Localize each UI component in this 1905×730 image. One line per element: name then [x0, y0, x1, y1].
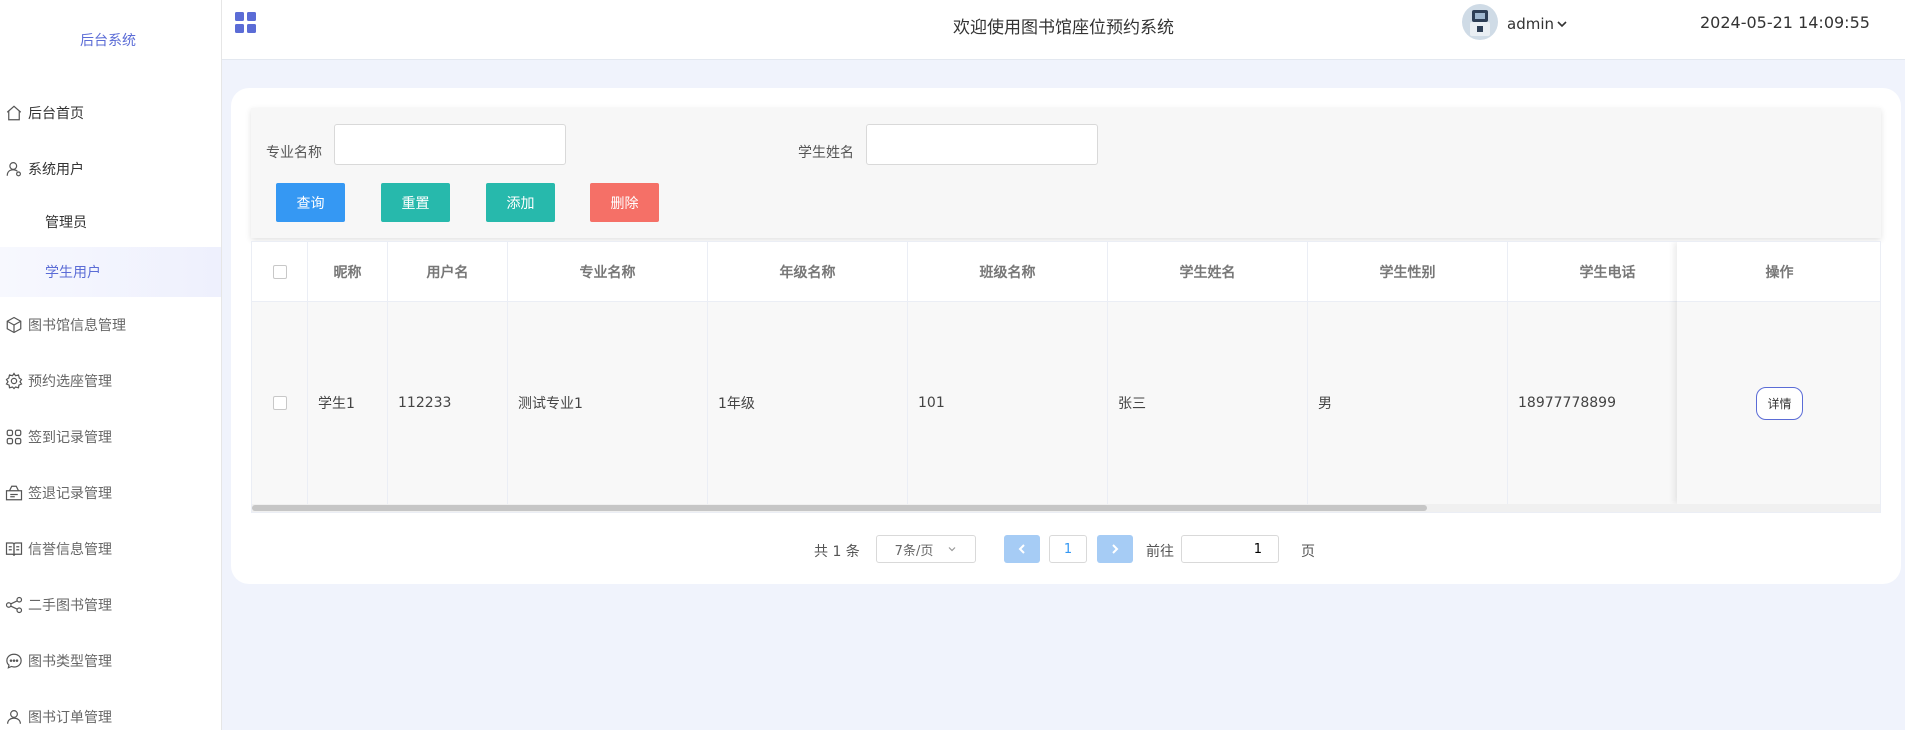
- sidebar-item-home[interactable]: 后台首页: [0, 85, 221, 141]
- add-button[interactable]: 添加: [486, 183, 555, 222]
- total-count: 共 1 条: [814, 544, 860, 560]
- table-cell: 男: [1308, 302, 1508, 504]
- delete-button[interactable]: 删除: [590, 183, 659, 222]
- goto-page-input[interactable]: [1181, 535, 1279, 563]
- table-cell: 张三: [1108, 302, 1308, 504]
- table-cell: 学生1: [308, 302, 388, 504]
- row-select-cell: [252, 302, 308, 504]
- page-size-value: 7条/页: [894, 543, 934, 559]
- row-checkbox[interactable]: [272, 396, 287, 410]
- sidebar-item-system-users[interactable]: 系统用户: [0, 141, 221, 197]
- sidebar-item-label: 图书订单管理: [28, 710, 112, 726]
- column-header: 专业名称: [508, 242, 708, 302]
- home-icon: [4, 103, 24, 123]
- user-icon: [4, 159, 24, 179]
- operations-column: 操作 详情: [1677, 242, 1880, 504]
- detail-button[interactable]: 详情: [1756, 386, 1803, 420]
- sidebar-item-book-orders[interactable]: 图书订单管理: [0, 689, 221, 730]
- column-header: 昵称: [308, 242, 388, 302]
- reset-button[interactable]: 重置: [381, 183, 450, 222]
- sidebar-item-library-info[interactable]: 图书馆信息管理: [0, 297, 221, 353]
- cube-icon: [4, 315, 24, 335]
- table-header: 昵称 用户名 专业名称 年级名称 班级名称 学生姓名 学生性别 学生电话: [252, 242, 1708, 302]
- sidebar-item-label: 图书馆信息管理: [28, 318, 126, 334]
- table-cell: 测试专业1: [508, 302, 708, 504]
- chat-icon: [4, 651, 24, 671]
- query-button[interactable]: 查询: [276, 183, 345, 222]
- sidebar-item-book-types[interactable]: 图书类型管理: [0, 633, 221, 689]
- chevron-down-icon: [948, 547, 956, 552]
- operations-header: 操作: [1677, 242, 1880, 302]
- page-number[interactable]: 1: [1049, 535, 1087, 563]
- share-icon: [4, 595, 24, 615]
- table-row: 学生1 112233 测试专业1 1年级 101 张三 男 1897777889…: [252, 302, 1708, 504]
- sidebar-item-credit[interactable]: 信誉信息管理: [0, 521, 221, 577]
- main-card: 专业名称 学生姓名 查询 重置 添加 删除 昵称 用户名 专业名称 年级名称 班…: [231, 88, 1901, 584]
- sidebar: 后台系统 后台首页 系统用户 管理员 学生用户 图书馆信息管理 预约选座管理 签…: [0, 0, 222, 730]
- user-menu[interactable]: admin: [1507, 15, 1568, 33]
- sidebar-item-label: 系统用户: [28, 162, 84, 178]
- sidebar-item-seat-booking[interactable]: 预约选座管理: [0, 353, 221, 409]
- column-header: 学生姓名: [1108, 242, 1308, 302]
- chevron-right-icon: [1112, 544, 1119, 554]
- page-size-select[interactable]: 7条/页: [876, 535, 976, 563]
- major-name-input[interactable]: [334, 124, 566, 165]
- select-all-cell: [252, 242, 308, 302]
- sidebar-item-student-users[interactable]: 学生用户: [0, 247, 221, 297]
- student-name-input[interactable]: [866, 124, 1098, 165]
- sidebar-item-label: 后台首页: [28, 106, 84, 122]
- students-table: 昵称 用户名 专业名称 年级名称 班级名称 学生姓名 学生性别 学生电话 学生1…: [251, 241, 1881, 513]
- sidebar-item-label: 签退记录管理: [28, 486, 112, 502]
- table-cell: 1年级: [708, 302, 908, 504]
- avatar[interactable]: [1462, 4, 1498, 40]
- column-header: 班级名称: [908, 242, 1108, 302]
- sidebar-item-label: 图书类型管理: [28, 654, 112, 670]
- brand-title: 后台系统: [80, 33, 136, 49]
- chevron-left-icon: [1018, 544, 1025, 554]
- goto-label: 前往: [1146, 544, 1174, 560]
- sidebar-item-admin[interactable]: 管理员: [0, 197, 221, 247]
- sidebar-item-checkout[interactable]: 签退记录管理: [0, 465, 221, 521]
- filter-panel: 专业名称 学生姓名 查询 重置 添加 删除: [251, 108, 1881, 238]
- select-all-checkbox[interactable]: [272, 265, 287, 279]
- table-cell: 112233: [388, 302, 508, 504]
- sidebar-item-label: 信誉信息管理: [28, 542, 112, 558]
- person-icon: [4, 707, 24, 727]
- page-title: 欢迎使用图书馆座位预约系统: [953, 18, 1174, 38]
- sidebar-nav: 后台首页 系统用户 管理员 学生用户 图书馆信息管理 预约选座管理 签到记录管理…: [0, 85, 221, 730]
- gear-icon: [4, 371, 24, 391]
- scrollbar-thumb[interactable]: [252, 505, 1427, 511]
- apps-icon: [4, 427, 24, 447]
- column-header: 年级名称: [708, 242, 908, 302]
- top-header: 欢迎使用图书馆座位预约系统 admin 2024-05-21 14:09:55: [222, 0, 1905, 60]
- sidebar-item-secondhand-books[interactable]: 二手图书管理: [0, 577, 221, 633]
- inbox-icon: [4, 483, 24, 503]
- sidebar-item-label: 预约选座管理: [28, 374, 112, 390]
- column-header: 用户名: [388, 242, 508, 302]
- pagination: 共 1 条 7条/页 1 前往 页: [231, 535, 1901, 565]
- major-name-label: 专业名称: [266, 145, 322, 161]
- page-suffix: 页: [1301, 544, 1315, 560]
- sidebar-item-checkin[interactable]: 签到记录管理: [0, 409, 221, 465]
- column-header: 学生性别: [1308, 242, 1508, 302]
- chevron-down-icon: [1557, 21, 1567, 28]
- operations-cell: 详情: [1677, 302, 1880, 504]
- table-cell: 101: [908, 302, 1108, 504]
- prev-page-button[interactable]: [1004, 535, 1040, 563]
- current-datetime: 2024-05-21 14:09:55: [1700, 13, 1870, 32]
- horizontal-scrollbar[interactable]: [252, 504, 1880, 512]
- next-page-button[interactable]: [1097, 535, 1133, 563]
- username: admin: [1507, 15, 1554, 33]
- book-icon: [4, 539, 24, 559]
- sidebar-item-label: 签到记录管理: [28, 430, 112, 446]
- sidebar-item-label: 二手图书管理: [28, 598, 112, 614]
- student-name-label: 学生姓名: [798, 145, 854, 161]
